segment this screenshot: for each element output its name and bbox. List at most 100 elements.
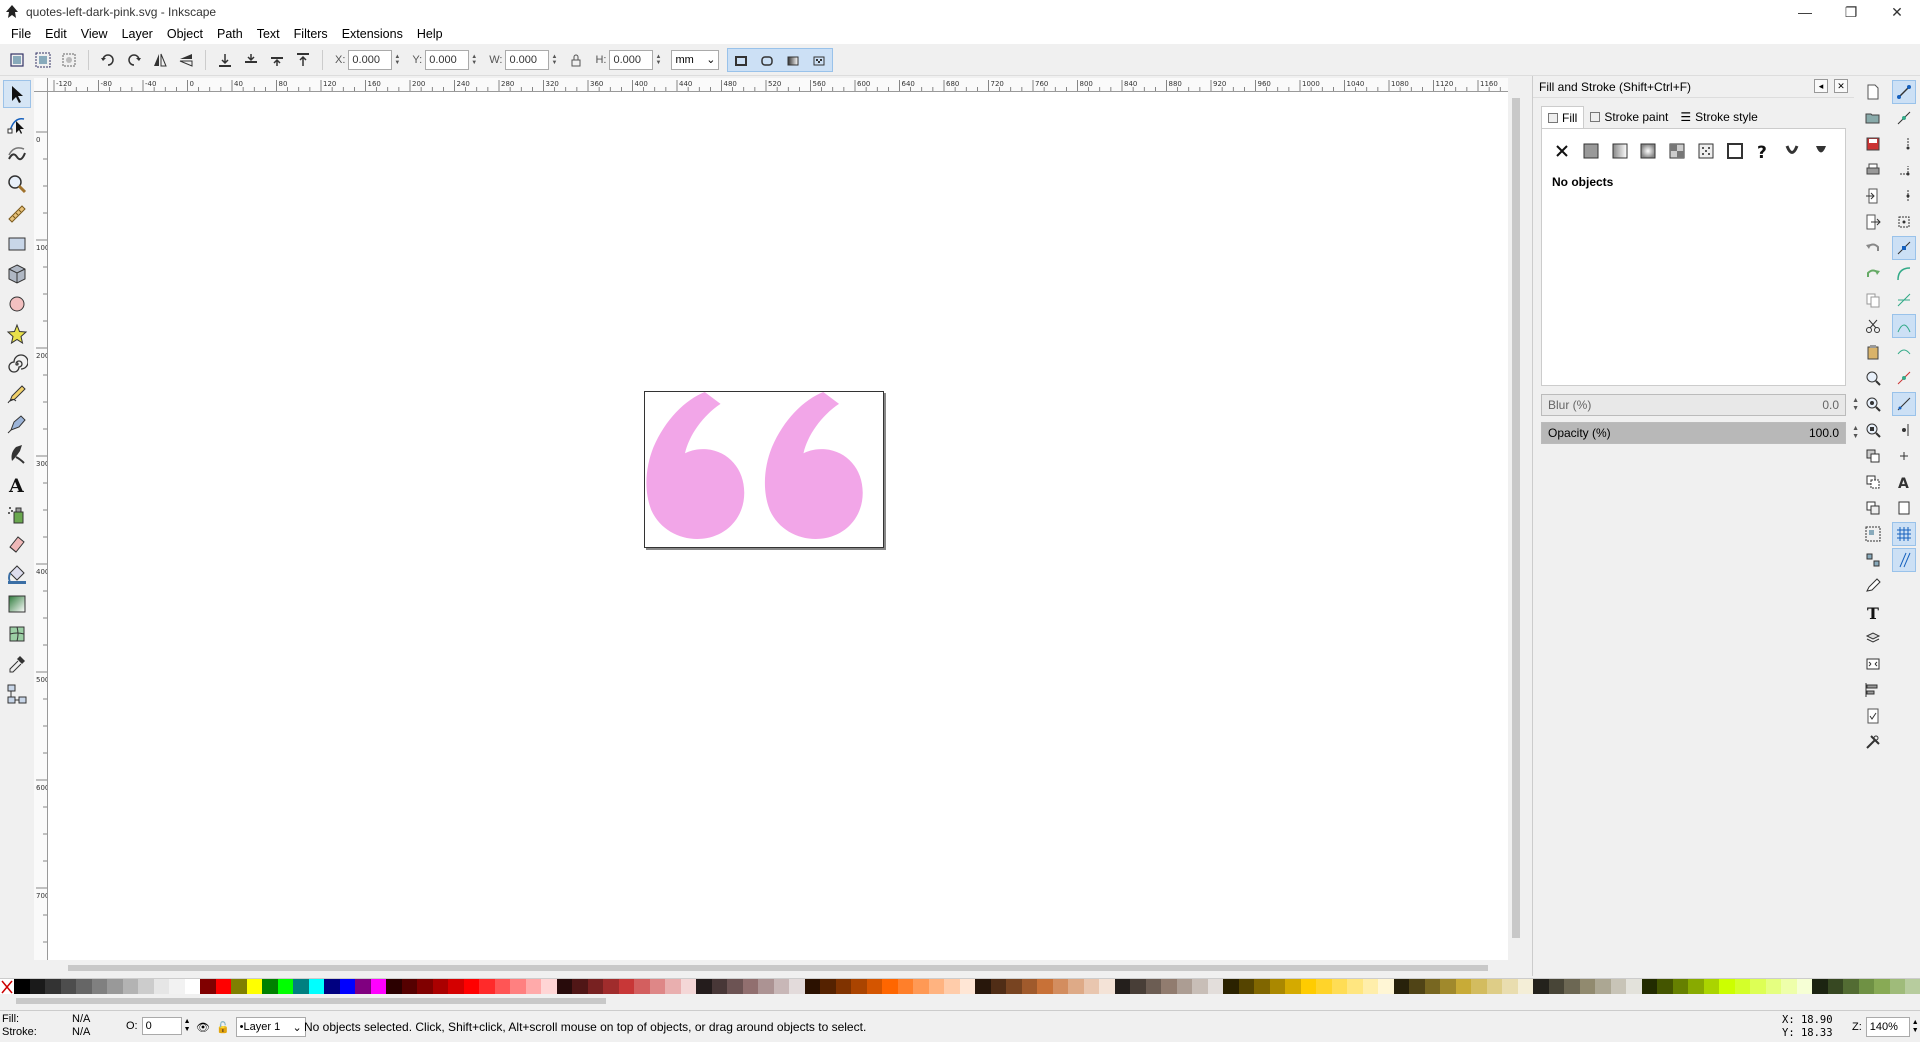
palette-swatch[interactable]	[1905, 979, 1920, 995]
palette-swatch[interactable]	[1781, 979, 1797, 995]
fill-stroke-indicator[interactable]: Fill: N/A Stroke: N/A	[2, 1013, 90, 1039]
snap-enable-toggle[interactable]	[1892, 80, 1916, 104]
y-spinner[interactable]: ▲ ▼	[469, 50, 479, 70]
rotate-cw-button[interactable]	[122, 48, 146, 72]
snap-guide-toggle[interactable]	[1892, 548, 1916, 572]
snap-cusp-toggle[interactable]	[1892, 314, 1916, 338]
palette-swatch[interactable]	[1316, 979, 1332, 995]
w-field[interactable]: 0.000	[505, 49, 550, 70]
palette-swatch[interactable]	[1409, 979, 1425, 995]
select-all-button[interactable]	[5, 48, 29, 72]
palette-swatch[interactable]	[1176, 979, 1192, 995]
raise-to-top-button[interactable]	[291, 48, 315, 72]
eraser-tool[interactable]	[3, 530, 31, 558]
palette-swatch[interactable]	[1068, 979, 1084, 995]
layer-select[interactable]: •Layer 1 ⌄	[235, 1017, 306, 1037]
move-patterns-toggle[interactable]	[806, 49, 832, 73]
y-field[interactable]: 0.000	[425, 49, 470, 70]
palette-swatch[interactable]	[60, 979, 76, 995]
palette-swatch[interactable]	[1099, 979, 1115, 995]
mesh-gradient-button[interactable]	[1665, 139, 1690, 163]
palette-swatch[interactable]	[665, 979, 681, 995]
palette-swatch[interactable]	[339, 979, 355, 995]
palette-swatch[interactable]	[370, 979, 386, 995]
dialog-iconify-button[interactable]: ◂	[1814, 79, 1828, 93]
raise-button[interactable]	[265, 48, 289, 72]
palette-swatch[interactable]	[169, 979, 185, 995]
zoom-input[interactable]: 140%	[1865, 1017, 1910, 1037]
swatch-button[interactable]	[1722, 139, 1747, 163]
ellipse-tool[interactable]	[3, 290, 31, 318]
flat-color-button[interactable]	[1579, 139, 1604, 163]
menu-object[interactable]: Object	[160, 24, 210, 44]
lock-ratio-button[interactable]	[564, 48, 588, 72]
palette-swatch[interactable]	[789, 979, 805, 995]
palette-swatch[interactable]	[1471, 979, 1487, 995]
drawing-canvas[interactable]	[48, 92, 1508, 960]
opacity-stepper[interactable]: ▲ ▼	[184, 1018, 191, 1034]
menu-text[interactable]: Text	[250, 24, 287, 44]
palette-swatch[interactable]	[541, 979, 557, 995]
undo-button[interactable]	[1861, 236, 1885, 260]
palette-swatch[interactable]	[587, 979, 603, 995]
palette-swatch[interactable]	[1207, 979, 1223, 995]
gradient-tool[interactable]	[3, 590, 31, 618]
select-all-layers-button[interactable]	[31, 48, 55, 72]
unit-select[interactable]: mm ⌄	[671, 49, 720, 70]
zoom-selection-button[interactable]	[1861, 366, 1885, 390]
palette-swatch[interactable]	[990, 979, 1006, 995]
palette-swatch[interactable]	[1037, 979, 1053, 995]
copy-button[interactable]	[1861, 288, 1885, 312]
palette-swatch[interactable]	[153, 979, 169, 995]
vertical-ruler[interactable]: 0 100 200 300 400 500 600 700	[34, 92, 48, 960]
palette-swatch[interactable]	[618, 979, 634, 995]
move-gradients-toggle[interactable]	[780, 49, 806, 73]
palette-swatch[interactable]	[913, 979, 929, 995]
open-button[interactable]	[1861, 106, 1885, 130]
snap-bbox-edge-toggle[interactable]	[1892, 132, 1916, 156]
palette-swatch[interactable]	[1347, 979, 1363, 995]
palette-swatch[interactable]	[1269, 979, 1285, 995]
palette-swatch[interactable]	[1874, 979, 1890, 995]
clone-button[interactable]	[1861, 470, 1885, 494]
duplicate-button[interactable]	[1861, 444, 1885, 468]
menu-layer[interactable]: Layer	[115, 24, 160, 44]
menu-filters[interactable]: Filters	[287, 24, 335, 44]
palette-swatch[interactable]	[45, 979, 61, 995]
palette-swatch[interactable]	[1502, 979, 1518, 995]
text-tool[interactable]: A	[3, 470, 31, 498]
right-quote-mark[interactable]	[764, 392, 863, 539]
palette-scroll-thumb[interactable]	[16, 998, 606, 1004]
cut-button[interactable]	[1861, 314, 1885, 338]
palette-swatch[interactable]	[1626, 979, 1642, 995]
palette-swatch[interactable]	[696, 979, 712, 995]
palette-swatch[interactable]	[277, 979, 293, 995]
mesh-tool[interactable]	[3, 620, 31, 648]
snap-intersection-toggle[interactable]	[1892, 288, 1916, 312]
ungroup-button[interactable]	[1861, 548, 1885, 572]
text-font-button[interactable]: T	[1861, 600, 1885, 624]
new-document-button[interactable]	[1861, 80, 1885, 104]
palette-swatch[interactable]	[324, 979, 340, 995]
palette-swatch[interactable]	[680, 979, 696, 995]
palette-swatch[interactable]	[1579, 979, 1595, 995]
preferences-button[interactable]	[1861, 730, 1885, 754]
palette-swatch[interactable]	[14, 979, 30, 995]
palette-scrollbar[interactable]	[0, 994, 1920, 1008]
node-tool[interactable]	[3, 110, 31, 138]
palette-swatch[interactable]	[1052, 979, 1068, 995]
palette-swatch[interactable]	[1765, 979, 1781, 995]
connector-tool[interactable]	[3, 680, 31, 708]
flip-vertical-button[interactable]	[174, 48, 198, 72]
palette-swatch[interactable]	[882, 979, 898, 995]
palette-swatch[interactable]	[1300, 979, 1316, 995]
export-button[interactable]	[1861, 210, 1885, 234]
palette-swatch[interactable]	[231, 979, 247, 995]
snap-grid-toggle[interactable]	[1892, 522, 1916, 546]
palette-swatch[interactable]	[386, 979, 402, 995]
menu-help[interactable]: Help	[410, 24, 450, 44]
palette-swatch[interactable]	[1130, 979, 1146, 995]
palette-swatch[interactable]	[184, 979, 200, 995]
palette-swatch[interactable]	[1688, 979, 1704, 995]
selector-tool[interactable]	[3, 80, 31, 108]
